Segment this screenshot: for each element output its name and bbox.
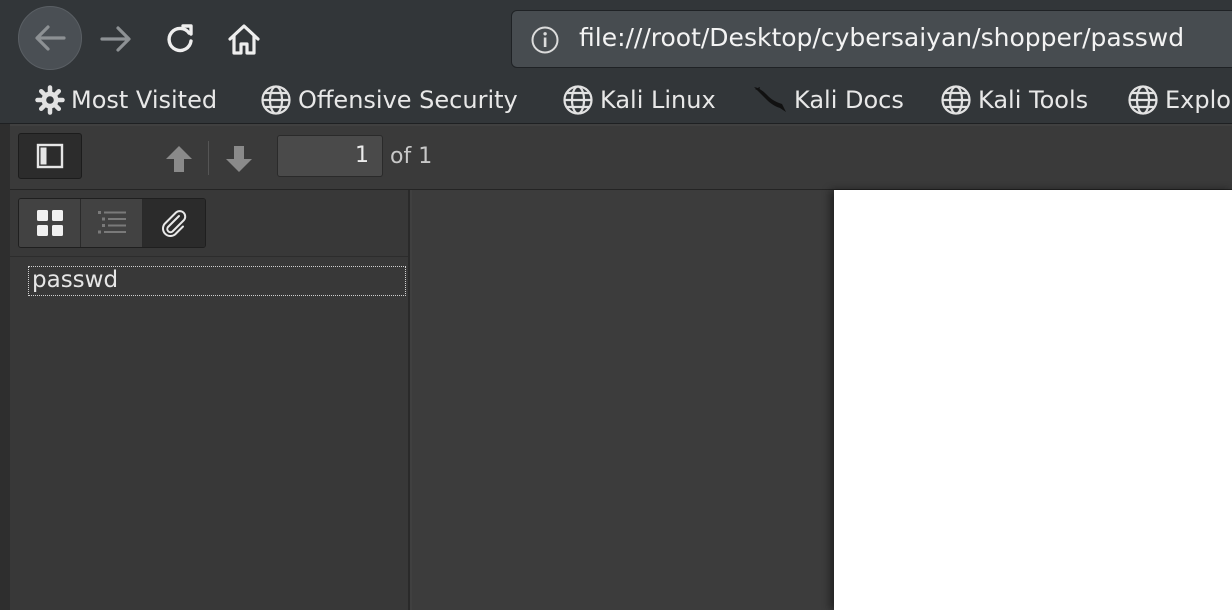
tab-attachments[interactable]: [143, 199, 205, 247]
back-arrow-icon: [35, 25, 66, 51]
bookmark-kali-linux[interactable]: Kali Linux: [562, 82, 716, 118]
kali-dragon-icon: [754, 87, 786, 112]
bookmark-label: Kali Tools: [978, 86, 1089, 114]
gear-icon: [35, 85, 65, 115]
thumbnails-icon: [36, 210, 63, 236]
sidebar-view-tabs: [18, 198, 206, 248]
navigation-bar: file:///root/Desktop/cybersaiyan/shopper…: [0, 0, 1232, 76]
page-number-input[interactable]: 1: [277, 135, 383, 177]
bookmark-label: Explo: [1165, 86, 1231, 114]
attachment-item[interactable]: passwd: [28, 266, 406, 296]
url-bar[interactable]: file:///root/Desktop/cybersaiyan/shopper…: [511, 10, 1232, 68]
info-icon[interactable]: [530, 25, 560, 55]
reload-button[interactable]: [160, 20, 200, 58]
bookmark-label: Kali Docs: [794, 86, 904, 114]
bookmark-kali-docs[interactable]: Kali Docs: [752, 82, 904, 118]
page-count-label: of 1: [390, 144, 433, 169]
bookmark-label: Most Visited: [71, 86, 218, 114]
pdf-page[interactable]: [834, 190, 1232, 610]
outline-icon: [97, 211, 126, 234]
back-button[interactable]: [18, 6, 82, 70]
bookmark-most-visited[interactable]: Most Visited: [35, 82, 217, 118]
tab-thumbnails[interactable]: [19, 199, 81, 247]
sidebar-toggle-icon: [36, 143, 64, 169]
window-left-edge: [0, 124, 10, 610]
pdf-toolbar: 1 of 1: [10, 126, 1232, 190]
globe-icon: [563, 85, 593, 115]
url-text[interactable]: file:///root/Desktop/cybersaiyan/shopper…: [579, 23, 1184, 52]
paperclip-icon: [162, 210, 187, 237]
bookmark-label: Kali Linux: [600, 86, 716, 114]
globe-icon: [941, 85, 971, 115]
previous-page-icon[interactable]: [162, 142, 196, 176]
sidebar-divider: [10, 256, 408, 257]
home-button[interactable]: [224, 20, 264, 58]
bookmarks-toolbar: Most Visited Offensive Security Kali Lin…: [0, 76, 1232, 124]
toolbar-separator: [208, 141, 209, 175]
tab-outline[interactable]: [81, 199, 143, 247]
globe-icon: [261, 85, 291, 115]
home-icon: [228, 24, 260, 55]
bookmark-kali-tools[interactable]: Kali Tools: [940, 82, 1088, 118]
forward-arrow-icon: [100, 26, 131, 52]
sidebar-toggle-button[interactable]: [18, 133, 82, 179]
pdf-viewer-area[interactable]: [412, 190, 1232, 610]
reload-icon: [167, 24, 193, 53]
bookmark-offensive-security[interactable]: Offensive Security: [260, 82, 518, 118]
bookmark-label: Offensive Security: [298, 86, 518, 114]
bookmark-exploit[interactable]: Explo: [1127, 82, 1231, 118]
pdf-sidebar: passwd: [10, 190, 410, 610]
globe-icon: [1128, 85, 1158, 115]
forward-button[interactable]: [96, 20, 136, 58]
next-page-icon[interactable]: [222, 142, 256, 176]
